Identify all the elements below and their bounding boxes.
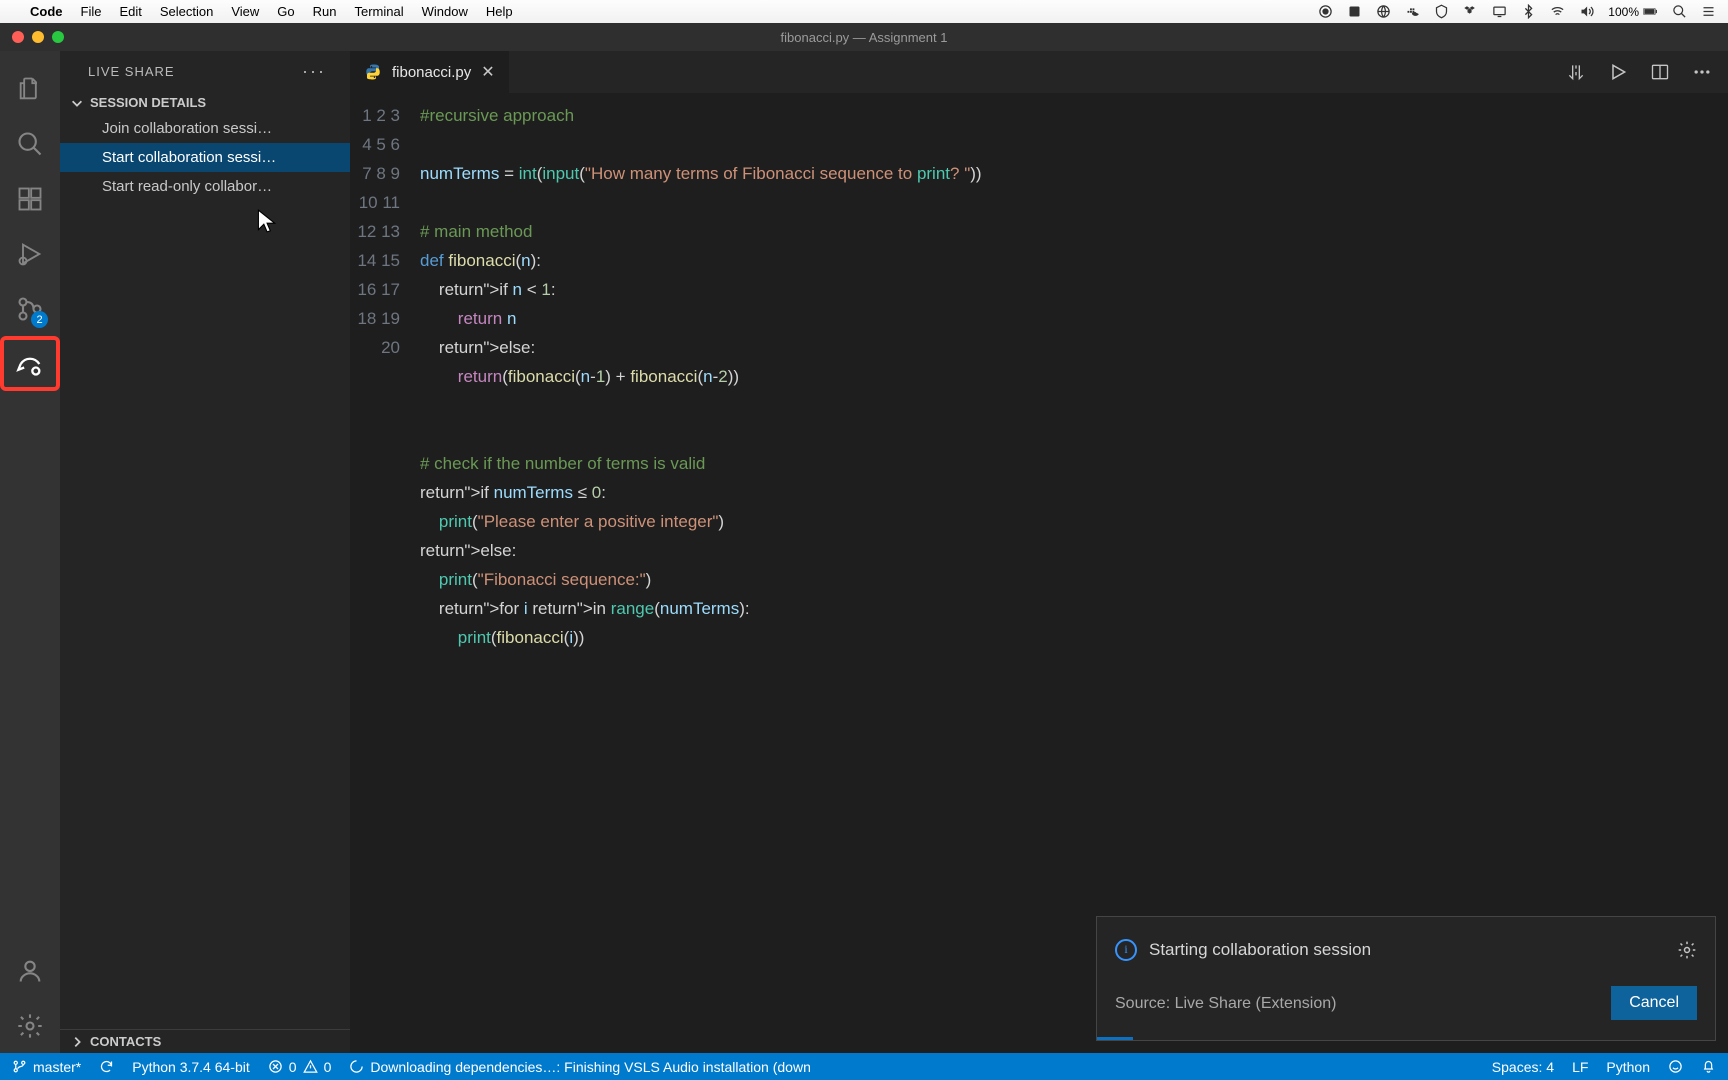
toast-progress-bar [1097,1037,1133,1040]
python-interpreter-status[interactable]: Python 3.7.4 64-bit [132,1059,250,1075]
more-actions-button[interactable] [1692,62,1712,82]
problems-status[interactable]: 0 0 [268,1059,332,1075]
code-content[interactable]: #recursive approach numTerms = int(input… [420,93,1728,1053]
activity-bar: 2 [0,51,60,1053]
source-control-view-button[interactable]: 2 [0,281,60,336]
error-icon [268,1059,283,1074]
source-control-badge: 2 [31,311,48,328]
live-share-view-button[interactable] [0,336,60,391]
menu-view[interactable]: View [231,4,259,19]
window-title: fibonacci.py — Assignment 1 [0,30,1728,45]
git-branch-status[interactable]: master* [12,1059,81,1075]
sync-button[interactable] [99,1059,114,1074]
background-task-status[interactable]: Downloading dependencies…: Finishing VSL… [349,1059,811,1075]
line-number-gutter: 1 2 3 4 5 6 7 8 9 10 11 12 13 14 15 16 1… [350,93,420,1053]
menu-terminal[interactable]: Terminal [355,4,404,19]
side-panel: LIVE SHARE ··· SESSION DETAILS Join coll… [60,51,350,1053]
side-panel-more-button[interactable]: ··· [302,61,326,82]
screen-icon[interactable] [1492,4,1507,19]
mac-menubar-right: 100% [1318,4,1716,19]
language-mode-status[interactable]: Python [1606,1059,1650,1075]
info-icon: i [1115,939,1137,961]
toast-title: Starting collaboration session [1149,935,1371,964]
run-file-button[interactable] [1608,62,1628,82]
recorder-icon[interactable] [1318,4,1333,19]
battery-status[interactable]: 100% [1608,4,1658,19]
menu-edit[interactable]: Edit [119,4,141,19]
session-details-header[interactable]: SESSION DETAILS [60,91,350,114]
tab-filename: fibonacci.py [392,64,471,81]
toast-settings-button[interactable] [1677,940,1697,960]
notification-toast: i Starting collaboration session Source:… [1096,916,1716,1041]
editor-tab-fibonacci[interactable]: fibonacci.py ✕ [350,51,510,93]
wifi-icon[interactable] [1550,4,1565,19]
docker-icon[interactable] [1405,4,1420,19]
bell-icon [1701,1059,1716,1074]
smiley-icon [1668,1059,1683,1074]
start-collaboration-item[interactable]: Start collaboration sessi… [60,143,350,172]
run-debug-view-button[interactable] [0,226,60,281]
window-title-bar: fibonacci.py — Assignment 1 [0,23,1728,51]
sync-icon [99,1059,114,1074]
compare-changes-icon[interactable] [1566,62,1586,82]
dropbox-icon[interactable] [1463,4,1478,19]
split-editor-button[interactable] [1650,62,1670,82]
eol-status[interactable]: LF [1572,1059,1588,1075]
mac-menubar: Code File Edit Selection View Go Run Ter… [0,0,1728,23]
explorer-view-button[interactable] [0,61,60,116]
menu-selection[interactable]: Selection [160,4,213,19]
start-readonly-collaboration-item[interactable]: Start read-only collabor… [60,172,350,201]
python-file-icon [364,63,382,81]
globe-icon[interactable] [1376,4,1391,19]
menu-app-name[interactable]: Code [30,4,63,19]
menu-help[interactable]: Help [486,4,513,19]
feedback-button[interactable] [1668,1059,1683,1074]
search-view-button[interactable] [0,116,60,171]
editor-tab-bar: fibonacci.py ✕ [350,51,1728,93]
control-center-icon[interactable] [1701,4,1716,19]
loading-icon [349,1059,364,1074]
editor-body[interactable]: 1 2 3 4 5 6 7 8 9 10 11 12 13 14 15 16 1… [350,93,1728,1053]
chevron-right-icon [70,1035,84,1049]
warning-icon [303,1059,318,1074]
menu-run[interactable]: Run [313,4,337,19]
toast-cancel-button[interactable]: Cancel [1611,986,1697,1020]
close-tab-button[interactable]: ✕ [481,62,494,82]
shield-icon[interactable] [1434,4,1449,19]
indentation-status[interactable]: Spaces: 4 [1492,1059,1554,1075]
menu-window[interactable]: Window [422,4,468,19]
extensions-view-button[interactable] [0,171,60,226]
accounts-button[interactable] [0,943,60,998]
dashlane-icon[interactable] [1347,4,1362,19]
spotlight-icon[interactable] [1672,4,1687,19]
menu-file[interactable]: File [81,4,102,19]
status-bar: master* Python 3.7.4 64-bit 0 0 Download… [0,1053,1728,1080]
side-panel-title: LIVE SHARE [88,64,175,79]
branch-icon [12,1059,27,1074]
toast-source: Source: Live Share (Extension) [1115,989,1336,1018]
settings-button[interactable] [0,998,60,1053]
bluetooth-icon[interactable] [1521,4,1536,19]
notifications-button[interactable] [1701,1059,1716,1074]
volume-icon[interactable] [1579,4,1594,19]
menu-go[interactable]: Go [277,4,294,19]
contacts-header[interactable]: CONTACTS [60,1029,350,1053]
join-collaboration-item[interactable]: Join collaboration sessi… [60,114,350,143]
chevron-down-icon [70,96,84,110]
